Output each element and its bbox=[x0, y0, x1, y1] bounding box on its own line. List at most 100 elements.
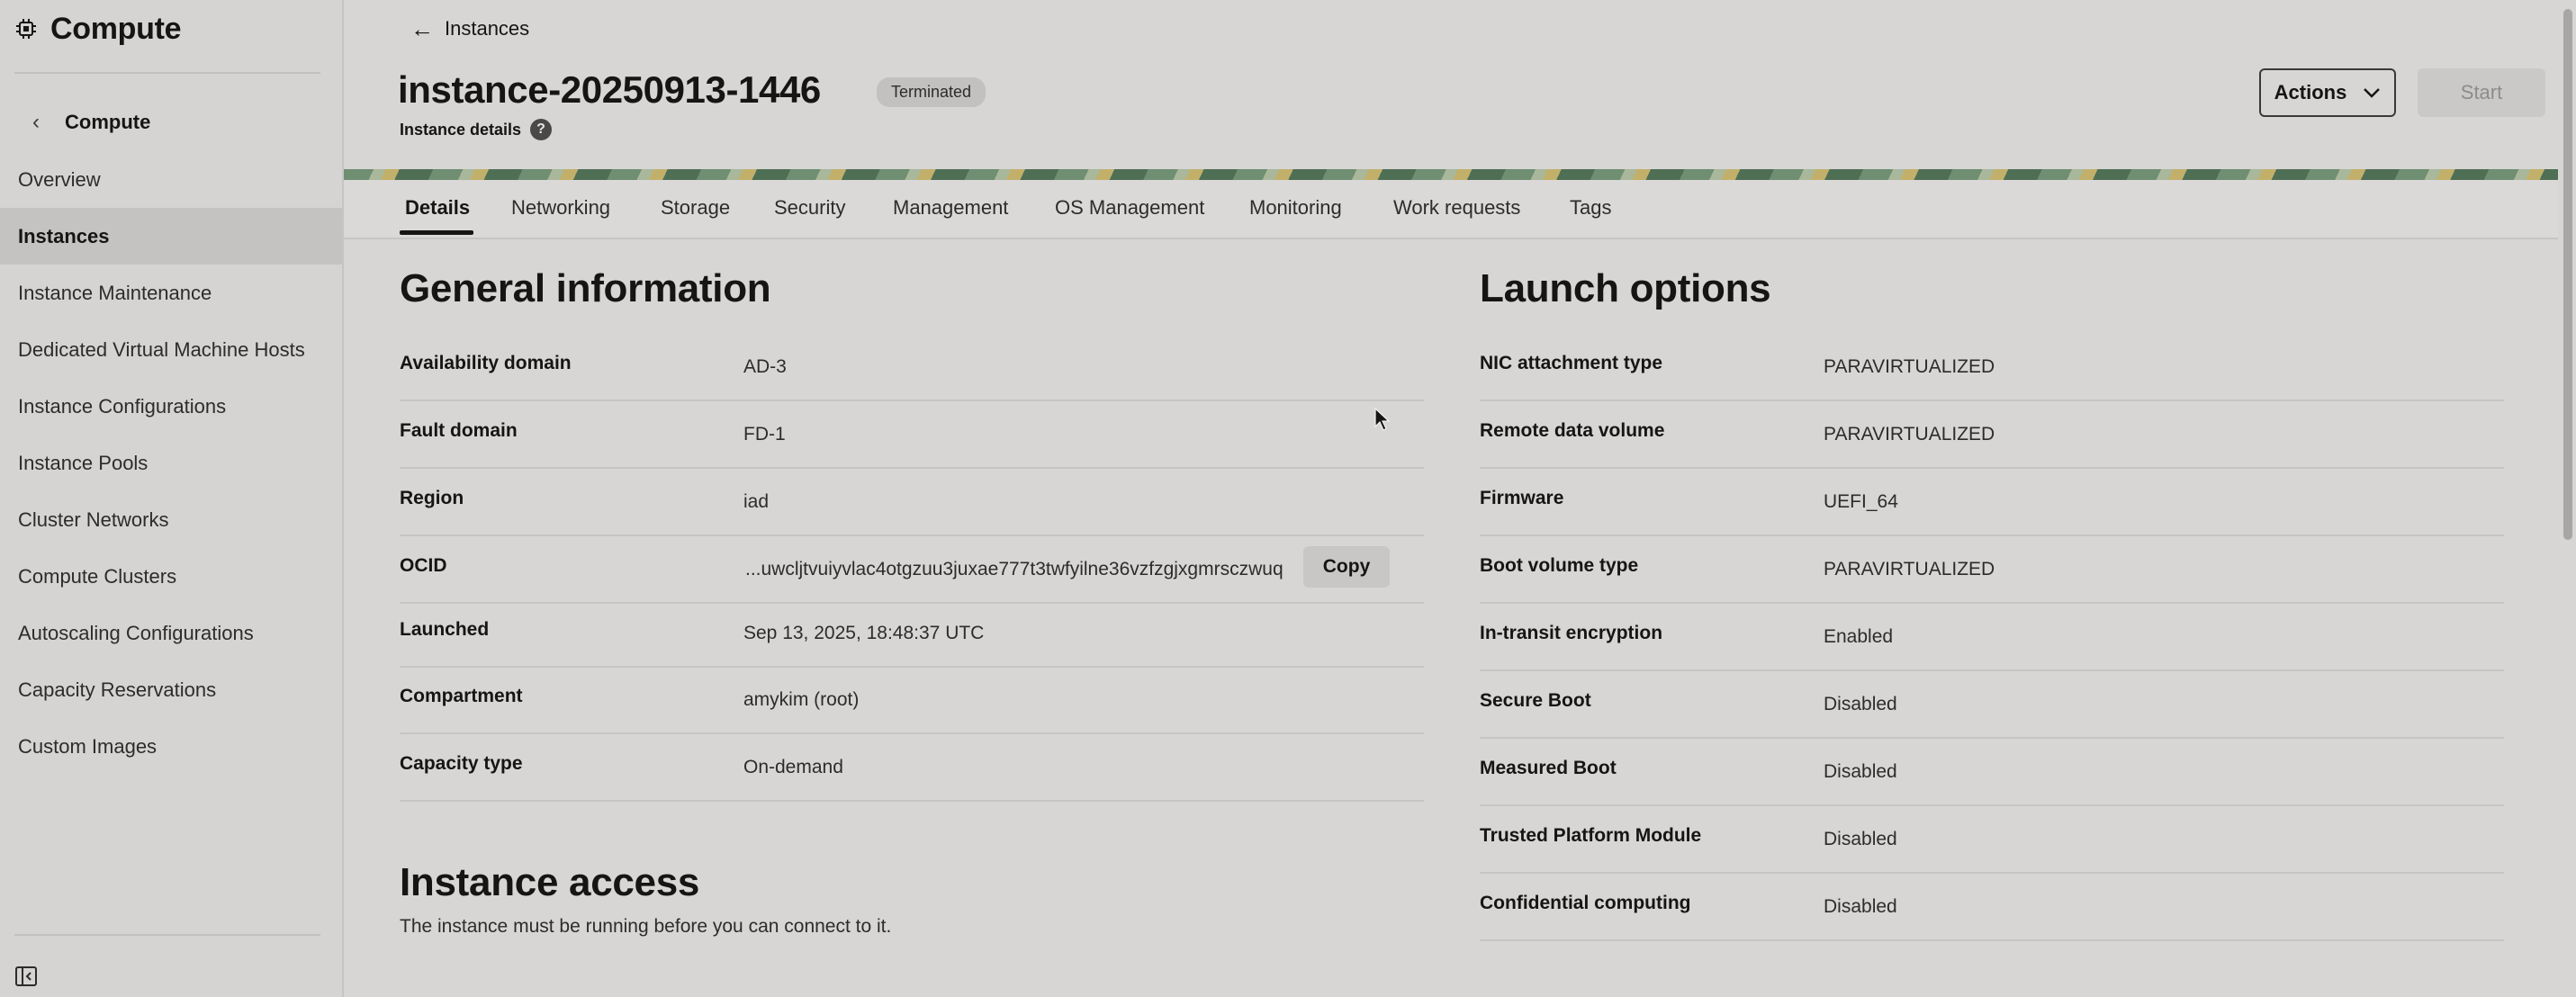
sidebar-collapse-icon[interactable] bbox=[14, 965, 38, 988]
sidebar-item-instances[interactable]: Instances bbox=[0, 208, 342, 265]
kv-row: In-transit encryption Enabled bbox=[1480, 603, 2504, 671]
kv-row: Trusted Platform Module Disabled bbox=[1480, 805, 2504, 874]
kv-row: Launched Sep 13, 2025, 18:48:37 UTC bbox=[400, 599, 1424, 668]
mouse-cursor-icon bbox=[1374, 407, 1391, 431]
back-link-label: Instances bbox=[445, 17, 530, 40]
kv-value: AD-3 bbox=[743, 356, 787, 377]
kv-key: Confidential computing bbox=[1480, 893, 1691, 913]
kv-key: Measured Boot bbox=[1480, 758, 1617, 778]
sidebar-item-instance-maintenance[interactable]: Instance Maintenance bbox=[0, 265, 342, 321]
kv-key: Launched bbox=[400, 619, 490, 640]
tab-os-management[interactable]: OS Management bbox=[1055, 196, 1204, 220]
sidebar-item-cluster-networks[interactable]: Cluster Networks bbox=[0, 491, 342, 548]
arrow-left-icon: ← bbox=[410, 14, 434, 42]
kv-key: Region bbox=[400, 488, 464, 508]
page-scrollbar[interactable] bbox=[2563, 9, 2572, 540]
tab-work-requests[interactable]: Work requests bbox=[1393, 196, 1520, 220]
active-tab-indicator bbox=[400, 230, 473, 235]
sidebar-item-capacity-reservations[interactable]: Capacity Reservations bbox=[0, 661, 342, 718]
kv-key: Secure Boot bbox=[1480, 690, 1591, 711]
kv-key: Remote data volume bbox=[1480, 420, 1665, 441]
kv-value: Sep 13, 2025, 18:48:37 UTC bbox=[743, 623, 985, 643]
tab-storage[interactable]: Storage bbox=[661, 196, 730, 220]
tab-details[interactable]: Details bbox=[405, 196, 470, 220]
subtitle-label: Instance details bbox=[400, 120, 522, 139]
compartment-value[interactable]: amykim (root) bbox=[743, 689, 859, 711]
kv-value: On-demand bbox=[743, 757, 843, 777]
help-icon[interactable]: ? bbox=[530, 119, 553, 140]
sidebar: Compute ‹ Compute Overview Instances Ins… bbox=[0, 0, 344, 997]
kv-value: PARAVIRTUALIZED bbox=[1824, 356, 1995, 377]
page-subtitle: Instance details ? bbox=[400, 119, 553, 140]
start-button[interactable]: Start bbox=[2418, 68, 2545, 117]
kv-key: Firmware bbox=[1480, 488, 1564, 508]
kv-value: UEFI_64 bbox=[1824, 491, 1898, 512]
status-badge: Terminated bbox=[877, 77, 986, 107]
general-information-heading: General information bbox=[400, 266, 771, 310]
kv-value: Disabled bbox=[1824, 829, 1897, 849]
decorative-banner bbox=[344, 169, 2558, 180]
copy-ocid-button[interactable]: Copy bbox=[1303, 546, 1390, 588]
kv-row: Boot volume type PARAVIRTUALIZED bbox=[1480, 535, 2504, 604]
kv-key: Capacity type bbox=[400, 753, 523, 774]
sidebar-item-custom-images[interactable]: Custom Images bbox=[0, 718, 342, 775]
kv-row: Region iad bbox=[400, 468, 1424, 536]
main-content: ← Instances instance-20250913-1446 Termi… bbox=[344, 0, 2558, 997]
kv-value: PARAVIRTUALIZED bbox=[1824, 559, 1995, 579]
instances-back-link[interactable]: ← Instances bbox=[410, 13, 529, 45]
tab-management[interactable]: Management bbox=[893, 196, 1008, 220]
ocid-value: ...uwcljtvuiyvlac4otgzuu3juxae777t3twfyi… bbox=[745, 559, 1283, 579]
kv-key: Trusted Platform Module bbox=[1480, 825, 1702, 846]
sidebar-title: Compute bbox=[50, 11, 182, 46]
kv-row: Capacity type On-demand bbox=[400, 733, 1424, 802]
tab-monitoring[interactable]: Monitoring bbox=[1249, 196, 1342, 220]
sidebar-back-link[interactable]: ‹ Compute bbox=[32, 108, 150, 137]
sidebar-header: Compute bbox=[14, 9, 182, 49]
kv-value: Disabled bbox=[1824, 896, 1897, 917]
sidebar-item-instance-pools[interactable]: Instance Pools bbox=[0, 435, 342, 491]
kv-value: PARAVIRTUALIZED bbox=[1824, 424, 1995, 445]
sidebar-item-autoscaling-configurations[interactable]: Autoscaling Configurations bbox=[0, 605, 342, 661]
kv-row: Remote data volume PARAVIRTUALIZED bbox=[1480, 400, 2504, 469]
sidebar-item-dedicated-vm-hosts[interactable]: Dedicated Virtual Machine Hosts bbox=[0, 321, 342, 378]
instance-access-heading: Instance access bbox=[400, 860, 700, 904]
sidebar-back-label: Compute bbox=[65, 111, 151, 133]
tab-security[interactable]: Security bbox=[774, 196, 845, 220]
kv-row: Fault domain FD-1 bbox=[400, 400, 1424, 469]
kv-key: Fault domain bbox=[400, 420, 518, 441]
sidebar-item-compute-clusters[interactable]: Compute Clusters bbox=[0, 548, 342, 605]
kv-key: Boot volume type bbox=[1480, 555, 1639, 576]
kv-key: Compartment bbox=[400, 686, 523, 706]
kv-key: In-transit encryption bbox=[1480, 623, 1663, 643]
chevron-down-icon bbox=[2364, 88, 2381, 98]
kv-value: Disabled bbox=[1824, 694, 1897, 714]
kv-value: Disabled bbox=[1824, 761, 1897, 782]
sidebar-item-instance-configurations[interactable]: Instance Configurations bbox=[0, 378, 342, 435]
launch-options-heading: Launch options bbox=[1480, 266, 1771, 310]
sidebar-nav: Overview Instances Instance Maintenance … bbox=[0, 151, 342, 775]
kv-row: Compartment amykim (root) bbox=[400, 666, 1424, 734]
divider bbox=[14, 72, 320, 74]
actions-button[interactable]: Actions bbox=[2259, 68, 2396, 117]
tab-networking[interactable]: Networking bbox=[511, 196, 610, 220]
instance-access-description: The instance must be running before you … bbox=[400, 916, 892, 937]
kv-row: Confidential computing Disabled bbox=[1480, 873, 2504, 941]
chevron-left-icon: ‹ bbox=[32, 110, 40, 134]
kv-row: NIC attachment type PARAVIRTUALIZED bbox=[1480, 333, 2504, 401]
kv-key: Availability domain bbox=[400, 353, 572, 373]
tab-bar: Details Networking Storage Security Mana… bbox=[344, 180, 2558, 239]
kv-value: iad bbox=[743, 491, 770, 512]
kv-value: Enabled bbox=[1824, 626, 1894, 647]
kv-row: Firmware UEFI_64 bbox=[1480, 468, 2504, 536]
page-title: instance-20250913-1446 bbox=[398, 68, 821, 111]
chip-icon bbox=[16, 19, 36, 39]
divider bbox=[14, 934, 320, 936]
actions-label: Actions bbox=[2274, 81, 2347, 103]
kv-row: Measured Boot Disabled bbox=[1480, 738, 2504, 806]
kv-row: Secure Boot Disabled bbox=[1480, 670, 2504, 739]
kv-row: Availability domain AD-3 bbox=[400, 333, 1424, 401]
kv-value: FD-1 bbox=[743, 424, 786, 445]
sidebar-item-overview[interactable]: Overview bbox=[0, 151, 342, 208]
tab-tags[interactable]: Tags bbox=[1570, 196, 1611, 220]
kv-key: OCID bbox=[400, 555, 447, 576]
